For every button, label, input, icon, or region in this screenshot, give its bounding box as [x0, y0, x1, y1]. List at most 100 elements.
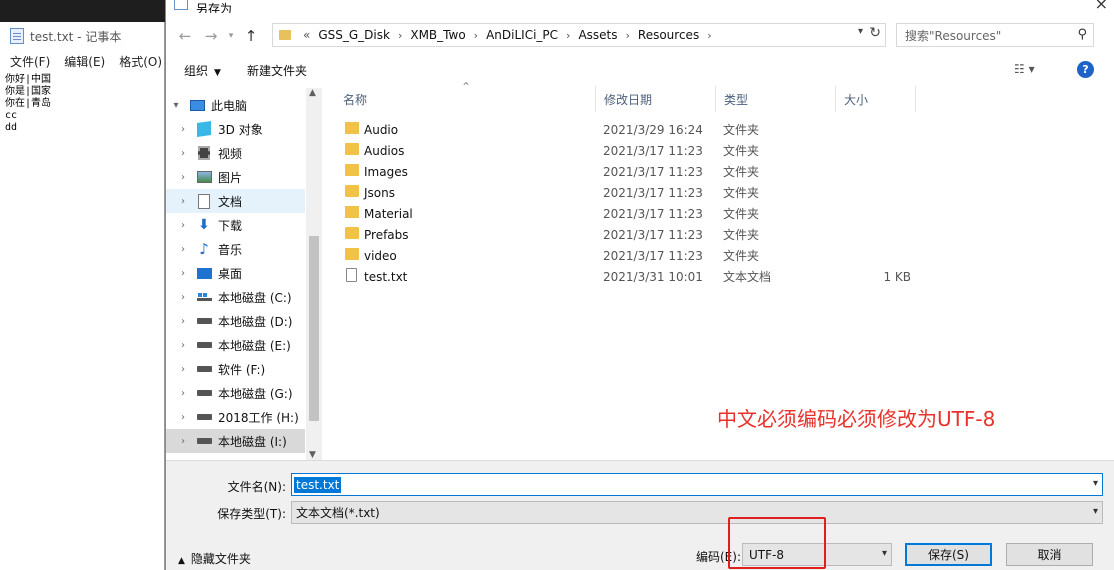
nav-item-videos[interactable]: › 视频 [166, 141, 305, 165]
scroll-up-icon[interactable]: ▲ [309, 88, 316, 98]
nav-item-this-pc[interactable]: ▾ 此电脑 [166, 93, 305, 117]
nav-item-drive-d[interactable]: › 本地磁盘 (D:) [166, 309, 305, 333]
file-row[interactable]: video 2021/3/17 11:23 文件夹 [326, 245, 1114, 266]
chevron-right-icon[interactable]: › [177, 268, 189, 279]
file-row[interactable]: Material 2021/3/17 11:23 文件夹 [326, 203, 1114, 224]
chevron-down-icon[interactable]: ▾ [170, 100, 182, 111]
notepad-menu-format[interactable]: 格式(O) [119, 53, 162, 70]
forward-arrow-icon[interactable]: → [198, 23, 224, 49]
chevron-right-icon[interactable]: › [177, 220, 189, 231]
nav-item-drive-i[interactable]: › 本地磁盘 (I:) [166, 429, 305, 453]
file-name: Jsons [364, 185, 395, 200]
toolbar: 组织 ▼ 新建文件夹 ☷ ▾ ? [166, 56, 1114, 84]
nav-item-3d-objects[interactable]: › 3D 对象 [166, 117, 305, 141]
address-bar[interactable]: « GSS_G_Disk › XMB_Two › AnDiLICi_PC › A… [272, 23, 886, 47]
file-row[interactable]: Audios 2021/3/17 11:23 文件夹 [326, 140, 1114, 161]
music-icon: ♪ [199, 240, 209, 258]
file-date: 2021/3/17 11:23 [603, 248, 703, 263]
save-button[interactable]: 保存(S) [905, 543, 992, 566]
file-row[interactable]: Audio 2021/3/29 16:24 文件夹 [326, 119, 1114, 140]
up-arrow-icon[interactable]: ↑ [238, 23, 264, 49]
nav-item-drive-h[interactable]: › 2018工作 (H:) [166, 405, 305, 429]
chevron-right-icon[interactable]: › [177, 172, 189, 183]
column-header-size[interactable]: 大小 [836, 86, 916, 112]
chevron-right-icon[interactable]: › [177, 244, 189, 255]
chevron-right-icon[interactable]: › [566, 29, 570, 42]
chevron-right-icon[interactable]: › [177, 316, 189, 327]
chevron-down-icon[interactable]: ▾ [882, 548, 887, 559]
notepad-icon [10, 28, 24, 44]
scrollbar-thumb[interactable] [309, 236, 319, 421]
chevron-right-icon[interactable]: › [177, 388, 189, 399]
nav-item-desktop[interactable]: › 桌面 [166, 261, 305, 285]
nav-item-drive-c[interactable]: › 本地磁盘 (C:) [166, 285, 305, 309]
chevron-right-icon[interactable]: › [177, 412, 189, 423]
file-date: 2021/3/29 16:24 [603, 122, 703, 137]
chevron-right-icon[interactable]: › [177, 364, 189, 375]
file-name: Audio [364, 122, 399, 137]
file-row[interactable]: Prefabs 2021/3/17 11:23 文件夹 [326, 224, 1114, 245]
file-row[interactable]: Jsons 2021/3/17 11:23 文件夹 [326, 182, 1114, 203]
file-name: Audios [364, 143, 405, 158]
filename-input[interactable]: test.txt ▾ [291, 473, 1103, 496]
breadcrumb-item[interactable]: Assets [578, 28, 617, 42]
recent-chevron-icon[interactable]: ▾ [224, 23, 238, 49]
cancel-button[interactable]: 取消 [1006, 543, 1093, 566]
filetype-select[interactable]: 文本文档(*.txt) ▾ [291, 501, 1103, 524]
breadcrumb-overflow[interactable]: « [303, 28, 310, 42]
chevron-right-icon[interactable]: › [177, 436, 189, 447]
chevron-right-icon[interactable]: › [398, 29, 402, 42]
file-row[interactable]: test.txt 2021/3/31 10:01 文本文档 1 KB [326, 266, 1114, 287]
back-arrow-icon[interactable]: ← [172, 23, 198, 49]
column-header-date[interactable]: 修改日期 [596, 86, 716, 112]
chevron-right-icon[interactable]: › [177, 340, 189, 351]
organize-label: 组织 [184, 63, 209, 78]
chevron-right-icon[interactable]: › [626, 29, 630, 42]
address-dropdown-icon[interactable]: ▾ [858, 26, 863, 37]
chevron-right-icon[interactable]: › [177, 124, 189, 135]
filename-label: 文件名(N): [227, 480, 286, 494]
chevron-right-icon[interactable]: › [177, 148, 189, 159]
organize-button[interactable]: 组织 ▼ [184, 62, 221, 79]
breadcrumb-item[interactable]: AnDiLICi_PC [486, 28, 558, 42]
chevron-right-icon[interactable]: › [474, 29, 478, 42]
notepad-content[interactable]: 你好|中国 你是|国家 你在|青岛 cc dd [0, 72, 164, 136]
scroll-down-icon[interactable]: ▼ [309, 450, 316, 460]
notepad-menu-file[interactable]: 文件(F) [10, 53, 50, 70]
file-row[interactable]: Images 2021/3/17 11:23 文件夹 [326, 161, 1114, 182]
nav-item-documents[interactable]: › 文档 [166, 189, 305, 213]
chevron-right-icon[interactable]: › [707, 29, 711, 42]
new-folder-button[interactable]: 新建文件夹 [247, 62, 307, 79]
search-icon: ⚲ [1077, 27, 1087, 42]
breadcrumb-item[interactable]: GSS_G_Disk [318, 28, 390, 42]
notepad-menu-edit[interactable]: 编辑(E) [64, 53, 105, 70]
close-icon[interactable]: × [1095, 0, 1108, 13]
view-options-icon[interactable]: ☷ ▾ [1014, 62, 1035, 76]
nav-item-drive-g[interactable]: › 本地磁盘 (G:) [166, 381, 305, 405]
3d-objects-icon [196, 121, 212, 137]
column-header-type[interactable]: 类型 [716, 86, 836, 112]
nav-item-pictures[interactable]: › 图片 [166, 165, 305, 189]
help-icon[interactable]: ? [1077, 61, 1094, 78]
column-header-name[interactable]: 名称 [326, 86, 596, 112]
pictures-icon [196, 170, 212, 184]
notepad-title: test.txt - 记事本 [30, 29, 122, 44]
drive-icon [196, 386, 212, 400]
chevron-down-icon[interactable]: ▾ [1093, 506, 1098, 517]
nav-item-drive-f[interactable]: › 软件 (F:) [166, 357, 305, 381]
refresh-icon[interactable]: ↻ [869, 25, 881, 41]
drive-icon [196, 314, 212, 328]
chevron-right-icon[interactable]: › [177, 292, 189, 303]
chevron-down-icon[interactable]: ▾ [1093, 478, 1098, 489]
nav-item-downloads[interactable]: › ⬇ 下载 [166, 213, 305, 237]
breadcrumb-item[interactable]: XMB_Two [410, 28, 465, 42]
nav-item-drive-e[interactable]: › 本地磁盘 (E:) [166, 333, 305, 357]
chevron-right-icon[interactable]: › [177, 196, 189, 207]
nav-item-music[interactable]: › ♪ 音乐 [166, 237, 305, 261]
hide-folders-toggle[interactable]: ▲ 隐藏文件夹 [178, 550, 251, 567]
file-date: 2021/3/31 10:01 [603, 269, 703, 284]
search-input[interactable]: 搜索"Resources" ⚲ [896, 23, 1094, 47]
red-annotation-text: 中文必须编码必须修改为UTF-8 [717, 407, 996, 431]
nav-scrollbar[interactable]: ▲ ▼ [306, 88, 322, 460]
breadcrumb-item[interactable]: Resources [638, 28, 699, 42]
